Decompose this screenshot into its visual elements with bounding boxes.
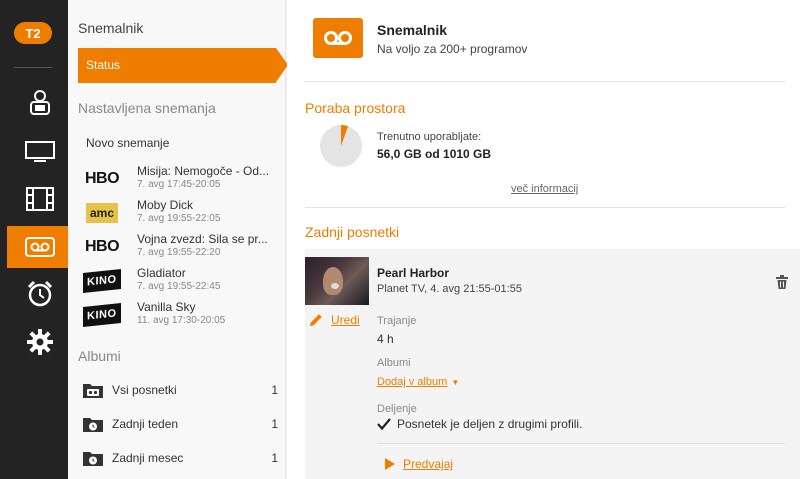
storage-usage-heading: Poraba prostora <box>305 100 406 116</box>
folder-history-icon <box>83 452 103 466</box>
profile-icon <box>30 90 50 115</box>
album-label: Zadnji mesec <box>112 451 184 465</box>
amc-logo: amc <box>82 200 122 226</box>
album-item-last-week[interactable]: Zadnji teden 1 <box>82 413 278 435</box>
duration-label: Trajanje <box>377 315 417 327</box>
latest-recordings-heading: Zadnji posnetki <box>305 224 400 240</box>
duration-value: 4 h <box>377 332 394 346</box>
hbo-logo: HBO <box>84 170 120 187</box>
edit-button[interactable]: Uredi <box>309 313 360 327</box>
album-count: 1 <box>271 451 278 465</box>
gear-icon <box>27 329 53 355</box>
sharing-value: Posnetek je deljen z drugimi profili. <box>397 417 583 431</box>
rail-item-profile[interactable] <box>7 82 73 124</box>
tv-icon <box>25 141 55 162</box>
recording-title: Vojna zvezd: Sila se pr... <box>137 232 268 246</box>
t2-logo[interactable]: T2 <box>14 22 52 44</box>
play-icon <box>385 458 395 470</box>
play-button[interactable]: Predvajaj <box>385 457 453 471</box>
left-rail: T2 <box>0 0 73 479</box>
divider <box>305 207 785 208</box>
recorder-icon <box>25 237 55 257</box>
storage-usage-pie <box>320 125 362 167</box>
caret-down-icon: ▼ <box>451 378 460 387</box>
storage-usage-label: Trenutno uporabljate: <box>377 131 482 143</box>
album-count: 1 <box>271 417 278 431</box>
sidebar-title: Snemalnik <box>78 20 144 36</box>
new-recording-link[interactable]: Novo snemanje <box>86 136 169 150</box>
checkmark-icon <box>377 418 391 430</box>
film-icon <box>26 187 54 211</box>
rail-item-settings[interactable] <box>7 321 73 363</box>
sidebar: Snemalnik Status Nastavljena snemanja No… <box>68 0 288 479</box>
page-title: Snemalnik <box>377 22 448 38</box>
recording-time: 11. avg 17:30-20:05 <box>137 315 226 326</box>
recording-time: 7. avg 17:45-20:05 <box>137 179 221 190</box>
pencil-icon <box>310 314 322 326</box>
album-count: 1 <box>271 383 278 397</box>
recording-time: 7. avg 19:55-22:20 <box>137 247 221 258</box>
scheduled-recording-item[interactable]: amc Moby Dick 7. avg 19:55-22:05 <box>82 196 278 230</box>
rail-item-alarm[interactable] <box>7 273 73 315</box>
albums-label: Albumi <box>377 357 411 369</box>
storage-usage-value: 56,0 GB od 1010 GB <box>377 147 492 161</box>
recording-title: Gladiator <box>137 266 186 280</box>
rail-item-recorder[interactable] <box>7 226 73 268</box>
kino-logo: KINO <box>82 302 122 328</box>
recording-thumbnail[interactable] <box>305 257 369 305</box>
recording-time: 7. avg 19:55-22:45 <box>137 281 221 292</box>
trash-icon[interactable] <box>776 275 788 289</box>
recording-title: Vanilla Sky <box>137 300 196 314</box>
hbo-logo: HBO <box>84 238 120 255</box>
svg-text:T2: T2 <box>25 26 40 41</box>
rail-item-tv[interactable] <box>7 131 73 173</box>
alarm-clock-icon <box>27 280 53 307</box>
rail-divider <box>14 67 52 68</box>
latest-recording-card: Pearl Harbor Planet TV, 4. avg 21:55-01:… <box>305 249 800 479</box>
recording-title: Misija: Nemogoče - Od... <box>137 164 270 178</box>
albums-heading: Albumi <box>78 348 121 364</box>
kino-logo: KINO <box>82 268 122 294</box>
scheduled-recording-item[interactable]: HBO Vojna zvezd: Sila se pr... 7. avg 19… <box>82 230 278 264</box>
recorder-header-icon <box>313 18 363 58</box>
folder-history-icon <box>83 418 103 432</box>
edit-label: Uredi <box>331 313 360 327</box>
play-label: Predvajaj <box>403 457 454 471</box>
album-item-last-month[interactable]: Zadnji mesec 1 <box>82 447 278 469</box>
scheduled-recording-item[interactable]: HBO Misija: Nemogoče - Od... 7. avg 17:4… <box>82 162 278 196</box>
sidebar-item-status[interactable]: Status <box>78 48 288 83</box>
add-to-album-dropdown[interactable]: Dodaj v album ▼ <box>377 376 459 388</box>
scheduled-recording-item[interactable]: KINO Gladiator 7. avg 19:55-22:45 <box>82 264 278 298</box>
recording-title: Moby Dick <box>137 198 194 212</box>
sharing-label: Deljenje <box>377 403 417 415</box>
divider <box>305 81 785 82</box>
folder-recorder-icon <box>83 384 103 398</box>
more-info-link[interactable]: več informacij <box>511 183 578 195</box>
main-content: Snemalnik Na voljo za 200+ programov Por… <box>287 0 800 479</box>
recording-title: Pearl Harbor <box>377 266 450 280</box>
recording-channel-time: Planet TV, 4. avg 21:55-01:55 <box>377 283 522 295</box>
album-item-all[interactable]: Vsi posnetki 1 <box>82 379 278 401</box>
recording-time: 7. avg 19:55-22:05 <box>137 213 221 224</box>
page-subtitle: Na voljo za 200+ programov <box>377 42 528 56</box>
sharing-status: Posnetek je deljen z drugimi profili. <box>377 417 582 431</box>
scheduled-recordings-heading: Nastavljena snemanja <box>78 100 216 116</box>
divider <box>377 443 785 444</box>
album-label: Vsi posnetki <box>112 383 177 397</box>
rail-item-film[interactable] <box>7 178 73 220</box>
scheduled-recording-item[interactable]: KINO Vanilla Sky 11. avg 17:30-20:05 <box>82 298 278 332</box>
album-label: Zadnji teden <box>112 417 179 431</box>
